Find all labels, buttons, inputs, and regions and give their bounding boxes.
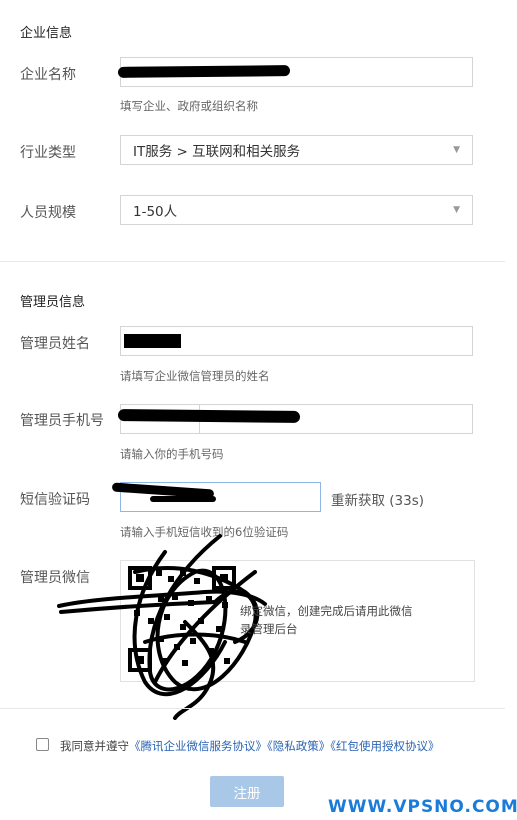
register-button[interactable]: 注册 bbox=[210, 776, 284, 807]
admin-section-title: 管理员信息 bbox=[20, 295, 86, 310]
service-agreement-link[interactable]: 《腾讯企业微信服务协议》 bbox=[129, 739, 267, 753]
red-packet-agreement-link[interactable]: 《红包使用授权协议》 bbox=[330, 739, 439, 753]
privacy-policy-link[interactable]: 《隐私政策》 bbox=[267, 739, 330, 753]
redaction-mark bbox=[117, 65, 291, 78]
admin-name-hint: 请填写企业微信管理员的姓名 bbox=[120, 369, 270, 383]
redaction-mark bbox=[124, 334, 181, 348]
caret-down-icon: ▼ bbox=[453, 145, 460, 155]
size-label: 人员规模 bbox=[20, 205, 76, 221]
enterprise-name-label: 企业名称 bbox=[20, 67, 76, 83]
redaction-mark bbox=[117, 409, 301, 423]
qr-instruction-line1: 绑定微信，创建完成后请用此微信 bbox=[240, 604, 413, 618]
size-selected-value: 1-50人 bbox=[133, 204, 178, 220]
admin-phone-hint: 请输入你的手机号码 bbox=[120, 447, 224, 461]
sms-code-label: 短信验证码 bbox=[20, 492, 90, 508]
agreement-text: 我同意并遵守《腾讯企业微信服务协议》《隐私政策》《红包使用授权协议》 bbox=[60, 738, 440, 754]
agreement-prefix: 我同意并遵守 bbox=[60, 739, 129, 753]
caret-down-icon: ▼ bbox=[453, 205, 460, 215]
admin-name-label: 管理员姓名 bbox=[20, 336, 90, 352]
section-divider bbox=[0, 708, 505, 709]
industry-selected-value: IT服务 > 互联网和相关服务 bbox=[133, 144, 301, 160]
enterprise-name-hint: 填写企业、政府或组织名称 bbox=[120, 99, 258, 113]
size-select[interactable]: 1-50人 ▼ bbox=[120, 195, 473, 225]
enterprise-section-title: 企业信息 bbox=[20, 26, 73, 41]
qr-instruction-line2: 录管理后台 bbox=[240, 622, 298, 636]
redaction-mark bbox=[150, 496, 216, 502]
industry-select[interactable]: IT服务 > 互联网和相关服务 ▼ bbox=[120, 135, 473, 165]
site-watermark: WWW.VPSNO.COM bbox=[328, 797, 517, 817]
admin-phone-label: 管理员手机号 bbox=[20, 413, 104, 429]
section-divider bbox=[0, 261, 505, 262]
agree-checkbox[interactable] bbox=[36, 738, 49, 751]
industry-label: 行业类型 bbox=[20, 145, 76, 161]
resend-code-button[interactable]: 重新获取 (33s) bbox=[331, 489, 424, 509]
